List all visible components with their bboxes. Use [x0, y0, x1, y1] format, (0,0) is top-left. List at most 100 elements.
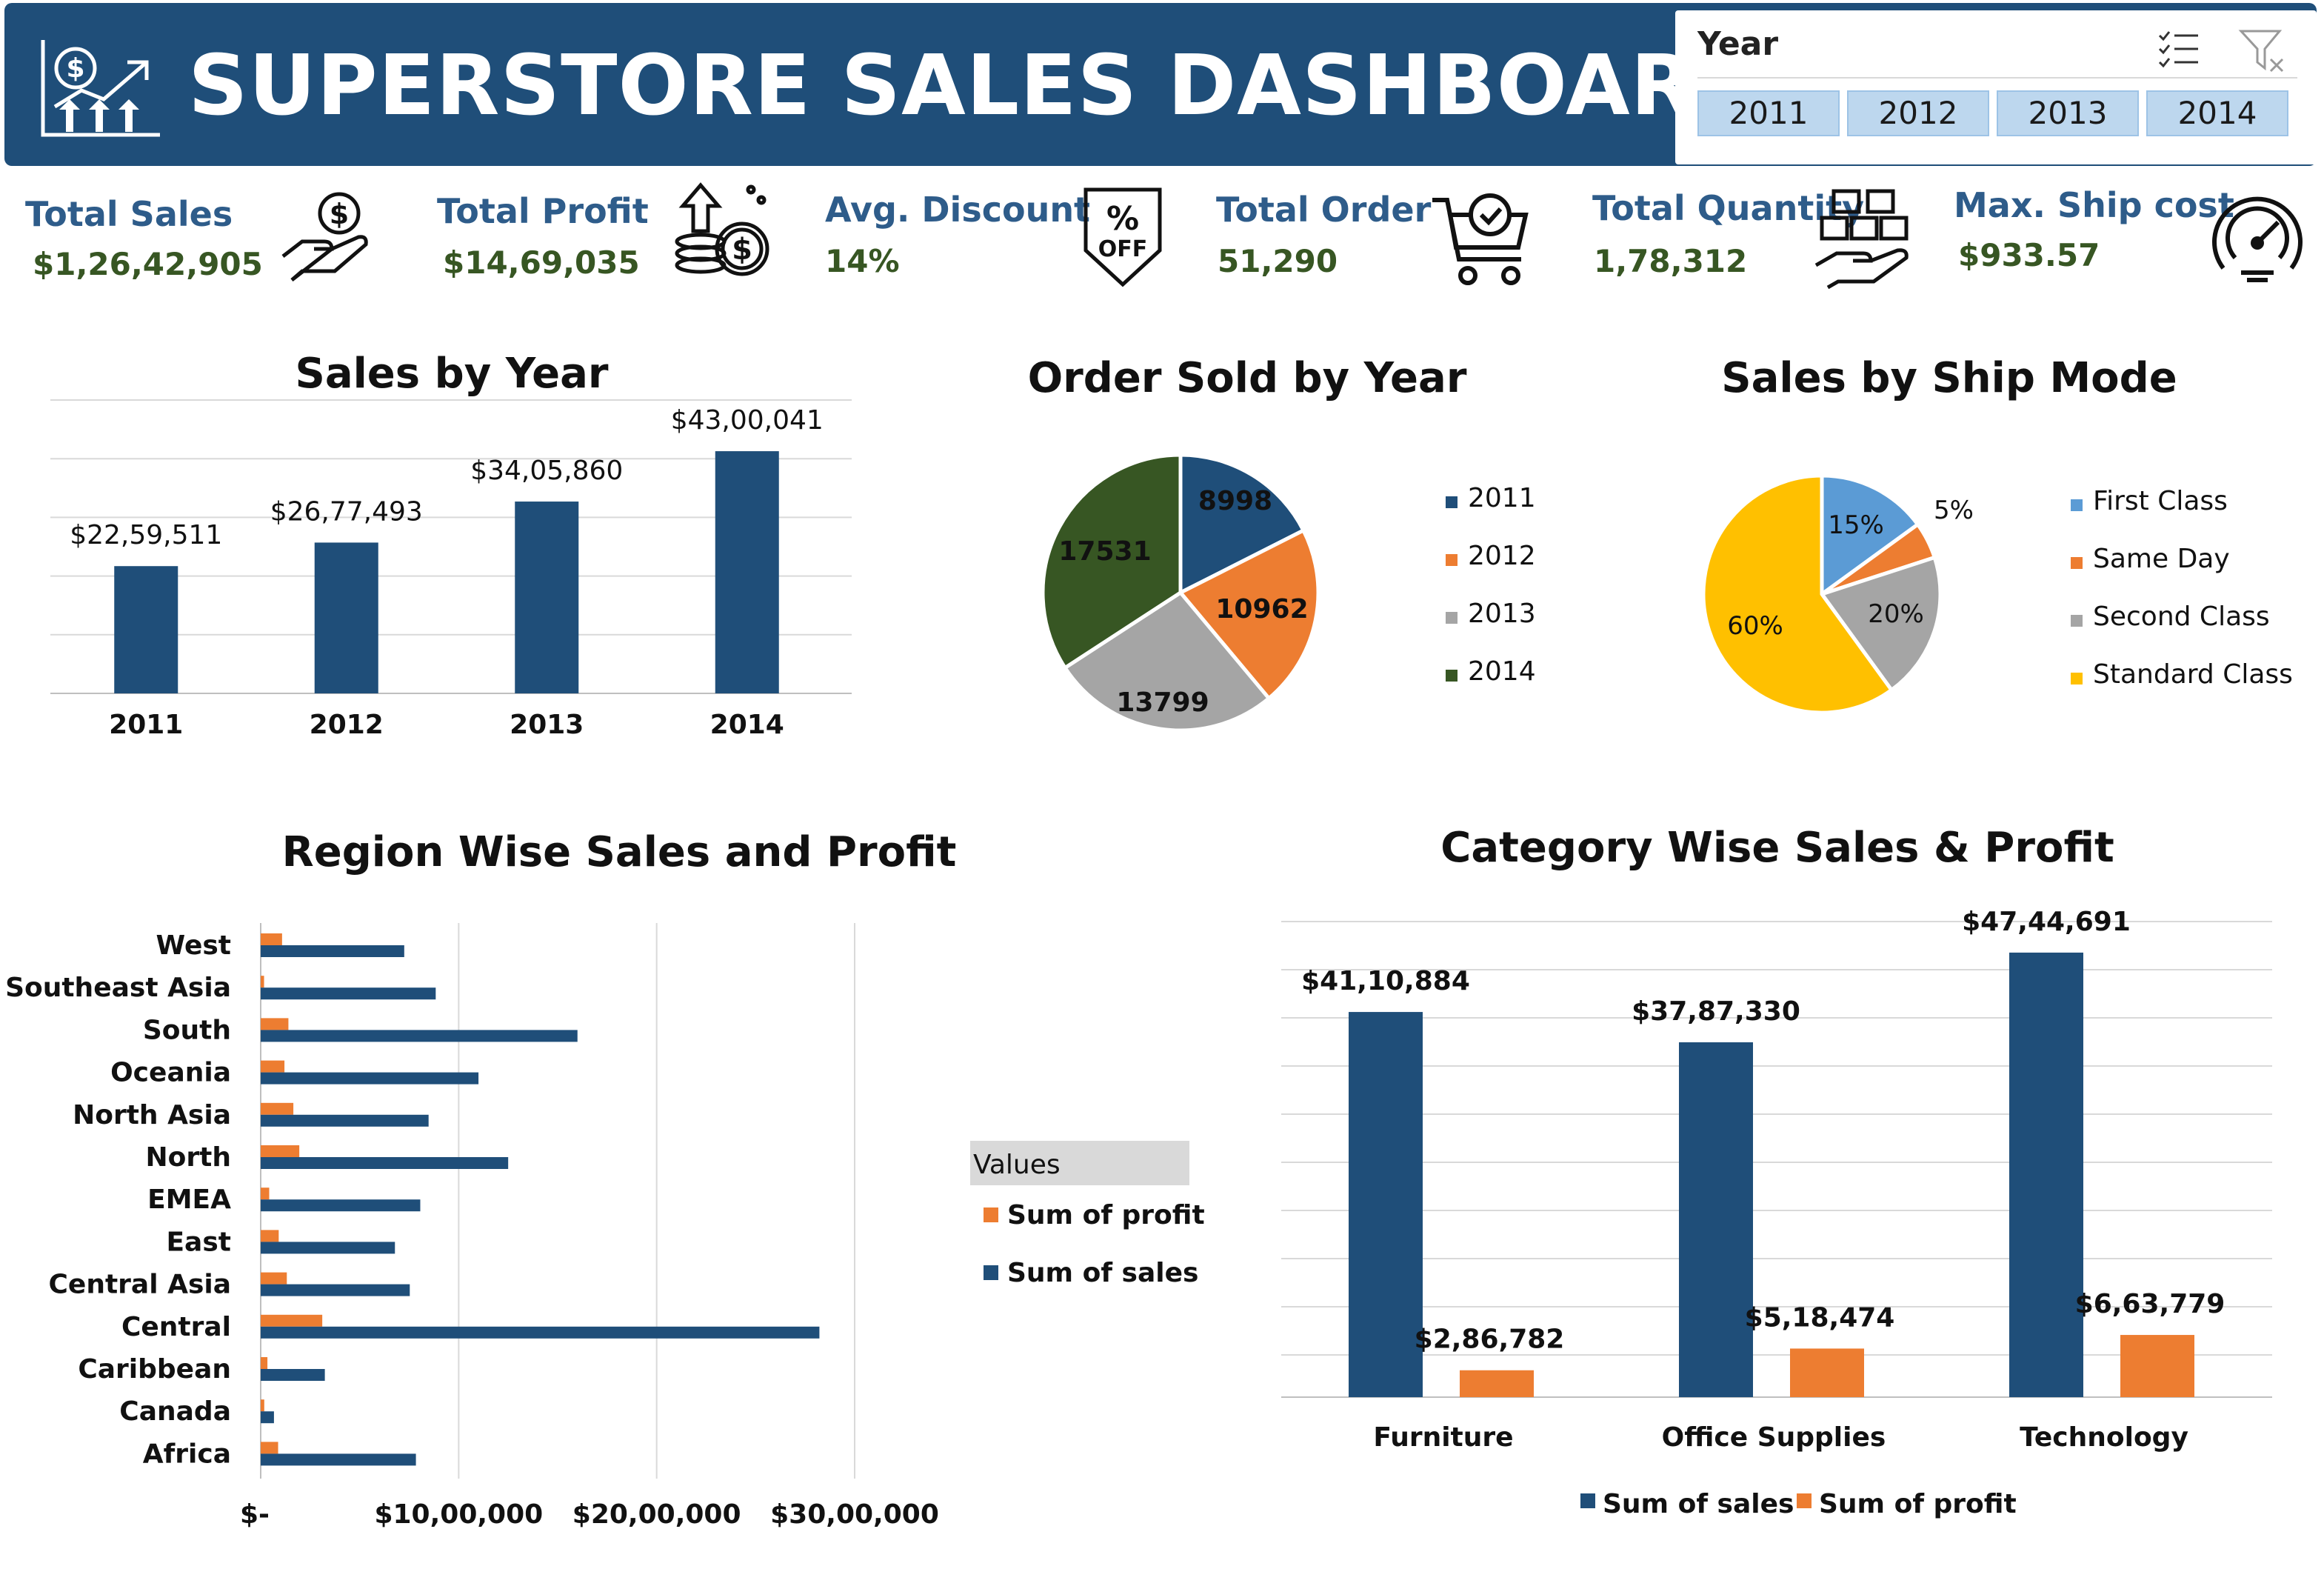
data-label: $47,44,691 [1962, 907, 2131, 937]
bar-sales-Caribbean [261, 1369, 325, 1381]
tick-label: 2011 [109, 710, 183, 740]
bar-sales-Central [261, 1326, 820, 1339]
tick-label: Central [121, 1312, 231, 1342]
bar-2014 [715, 451, 779, 693]
legend-swatch [984, 1265, 998, 1280]
bar-sales-Canada [261, 1411, 274, 1424]
legend-label: Sum of sales [1603, 1489, 1794, 1519]
legend-swatch [984, 1207, 998, 1222]
bar-sales-Technology [2009, 952, 2083, 1397]
tick-label: $20,00,000 [572, 1499, 741, 1530]
bar-sales-Oceania [261, 1072, 479, 1085]
bar-profit-North Asia [261, 1102, 294, 1115]
bar-sales-EMEA [261, 1199, 421, 1212]
legend-label: Sum of profit [1819, 1489, 2017, 1519]
legend-label: 2011 [1468, 483, 1536, 513]
bar-profit-Central Asia [261, 1272, 287, 1285]
legend-swatch [2071, 557, 2083, 569]
tick-label: Office Supplies [1662, 1422, 1886, 1453]
tick-label: $- [240, 1499, 270, 1530]
legend-label: Sum of sales [1007, 1258, 1198, 1288]
legend-swatch [1580, 1493, 1595, 1508]
tick-label: Southeast Asia [5, 973, 231, 1003]
slice-label: 20% [1868, 599, 1924, 629]
slice-label: 8998 [1198, 486, 1272, 516]
tick-label: Central Asia [48, 1270, 231, 1300]
data-label: $37,87,330 [1632, 996, 1800, 1027]
tick-label: 2013 [510, 710, 584, 740]
legend-swatch [1446, 496, 1457, 508]
legend-label: 2014 [1468, 656, 1536, 687]
bar-profit-East [261, 1230, 279, 1242]
data-label: $43,00,041 [671, 405, 824, 436]
slice-label: 17531 [1058, 536, 1151, 567]
bar-2012 [314, 542, 378, 693]
legend-swatch [2071, 615, 2083, 627]
bar-profit-West [261, 933, 282, 945]
bar-profit-Caribbean [261, 1357, 268, 1369]
tick-label: EMEA [147, 1185, 231, 1215]
bar-profit-Technology [2120, 1335, 2194, 1397]
bar-profit-Office Supplies [1790, 1348, 1864, 1397]
data-label: $2,86,782 [1415, 1325, 1565, 1355]
data-label: $34,05,860 [470, 456, 623, 486]
data-label: $26,77,493 [270, 496, 423, 527]
legend-label: 2012 [1468, 541, 1536, 571]
legend-swatch [1446, 670, 1457, 682]
tick-label: 2012 [310, 710, 384, 740]
legend-swatch [2071, 673, 2083, 684]
bar-sales-West [261, 945, 404, 957]
bar-2013 [515, 502, 579, 693]
bar-sales-East [261, 1242, 395, 1254]
bar-sales-Office Supplies [1679, 1042, 1753, 1397]
bar-2011 [114, 566, 178, 693]
bar-profit-Africa [261, 1442, 278, 1454]
tick-label: North [146, 1142, 231, 1173]
slice-label: 60% [1727, 611, 1783, 641]
tick-label: North Asia [73, 1100, 231, 1130]
tick-label: 2014 [710, 710, 784, 740]
tick-label: Caribbean [78, 1354, 231, 1385]
bar-profit-Central [261, 1314, 323, 1327]
bar-profit-Southeast Asia [261, 976, 264, 988]
legend-label: 2013 [1468, 599, 1536, 629]
bar-profit-EMEA [261, 1187, 270, 1200]
bar-sales-North Asia [261, 1114, 429, 1127]
bar-sales-South [261, 1030, 578, 1042]
legend-label: Second Class [2093, 602, 2270, 632]
bar-sales-Central Asia [261, 1284, 410, 1296]
data-label: $22,59,511 [70, 520, 222, 550]
slice-label: 5% [1934, 496, 1974, 525]
bar-profit-Furniture [1460, 1370, 1534, 1397]
bar-profit-Canada [261, 1399, 264, 1412]
charts-canvas: $22,59,511 2011 $26,77,493 2012 $34,05,860 20… [5, 399, 2293, 1530]
bar-sales-Southeast Asia [261, 987, 436, 1000]
legend-label: Standard Class [2093, 659, 2293, 690]
tick-label: West [156, 930, 231, 961]
bar-profit-South [261, 1018, 289, 1030]
legend-label: Sum of profit [1007, 1200, 1205, 1230]
bar-profit-North [261, 1145, 300, 1157]
tick-label: Canada [119, 1396, 231, 1427]
slice-label: 13799 [1116, 687, 1209, 718]
tick-label: $10,00,000 [374, 1499, 543, 1530]
tick-label: South [143, 1015, 231, 1045]
legend-swatch [2071, 499, 2083, 511]
bar-sales-North [261, 1157, 509, 1169]
tick-label: $30,00,000 [770, 1499, 939, 1530]
bar-sales-Furniture [1349, 1012, 1423, 1397]
bar-profit-Oceania [261, 1060, 285, 1073]
tick-label: Oceania [110, 1058, 231, 1088]
legend-swatch [1797, 1493, 1812, 1508]
data-label: $41,10,884 [1301, 966, 1470, 996]
tick-label: Technology [2020, 1422, 2188, 1453]
tick-label: Africa [143, 1439, 231, 1469]
legend-label: Same Day [2093, 544, 2230, 574]
legend-swatch [1446, 612, 1457, 624]
legend-title: Values [973, 1150, 1061, 1180]
bar-sales-Africa [261, 1453, 416, 1466]
tick-label: East [166, 1227, 231, 1257]
legend-label: First Class [2093, 486, 2228, 516]
data-label: $5,18,474 [1745, 1302, 1895, 1333]
slice-label: 10962 [1215, 594, 1308, 624]
